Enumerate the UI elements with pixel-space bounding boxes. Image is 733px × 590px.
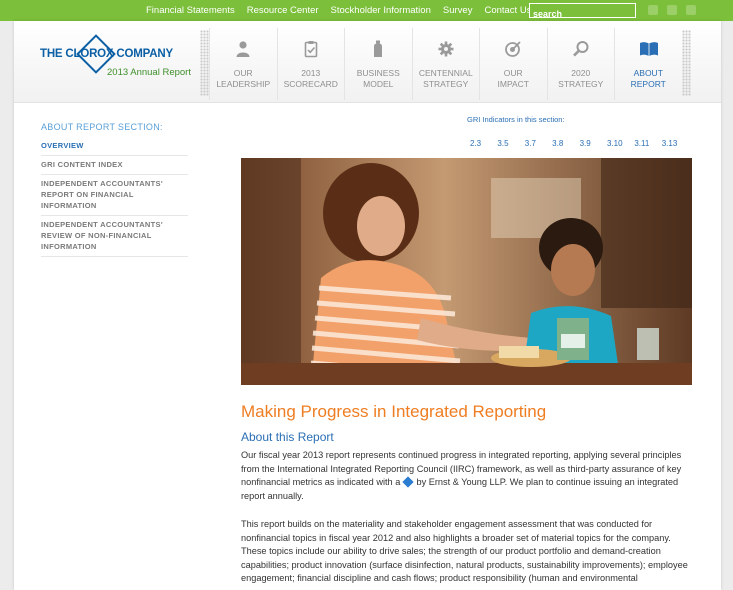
survey-link[interactable]: Survey — [443, 5, 473, 16]
stockholder-information-link[interactable]: Stockholder Information — [331, 5, 431, 16]
target-icon — [504, 40, 522, 58]
logo-subtitle: 2013 Annual Report — [107, 67, 191, 78]
nav-business-model[interactable]: BUSINESS MODEL — [344, 28, 412, 100]
gri-link[interactable]: 3.10 — [607, 139, 634, 148]
logo-company-name: THE CLOROX COMPANY — [40, 48, 173, 60]
nav-our-impact[interactable]: OUR IMPACT — [479, 28, 547, 100]
article-paragraph-2: This report builds on the materiality an… — [241, 519, 688, 584]
sidebar-title: ABOUT REPORT SECTION: — [41, 122, 163, 132]
twitter-icon[interactable] — [667, 5, 677, 15]
email-icon[interactable] — [686, 5, 696, 15]
article-subtitle: About this Report — [241, 430, 334, 444]
nav-label: OUR LEADERSHIP — [216, 68, 271, 89]
gri-title: GRI Indicators in this section: — [467, 115, 565, 124]
nav-grip-right — [681, 30, 691, 96]
site-header: THE CLOROX COMPANY 2013 Annual Report OU… — [14, 21, 721, 103]
gear-icon — [437, 40, 455, 58]
nav-centennial-strategy[interactable]: CENTENNIAL STRATEGY — [411, 28, 480, 100]
nav-label: CENTENNIAL STRATEGY — [418, 68, 473, 89]
gri-link[interactable]: 3.7 — [525, 139, 552, 148]
sidebar-item-accountants-financial[interactable]: INDEPENDENT ACCOUNTANTS' REPORT ON FINANC… — [41, 175, 188, 216]
sidebar-item-overview[interactable]: OVERVIEW — [41, 137, 188, 156]
assurance-diamond-icon — [402, 476, 414, 488]
utility-links: Financial Statements Resource Center Sto… — [140, 0, 537, 21]
gri-link[interactable]: 3.5 — [497, 139, 524, 148]
gri-link[interactable]: 3.13 — [662, 139, 689, 148]
main-nav: OUR LEADERSHIP 2013 SCORECARD BUSINESS MODE… — [200, 28, 691, 100]
article-paragraph-1: Our fiscal year 2013 report represents c… — [241, 450, 682, 501]
clipboard-icon — [302, 40, 320, 58]
gri-link[interactable]: 3.9 — [580, 139, 607, 148]
utility-bar: Financial Statements Resource Center Sto… — [0, 0, 733, 21]
social-links — [648, 5, 705, 15]
hero-photo — [241, 158, 692, 385]
page-container: THE CLOROX COMPANY 2013 Annual Report OU… — [14, 21, 721, 590]
nav-our-leadership[interactable]: OUR LEADERSHIP — [209, 28, 277, 100]
sidebar-nav: OVERVIEW GRI CONTENT INDEX INDEPENDENT A… — [41, 137, 188, 257]
bottle-icon — [369, 40, 387, 58]
sidebar-item-accountants-nonfinancial[interactable]: INDEPENDENT ACCOUNTANTS' REVIEW OF NON-FI… — [41, 216, 188, 257]
gri-link[interactable]: 3.11 — [634, 139, 661, 148]
resource-center-link[interactable]: Resource Center — [247, 5, 319, 16]
magnifier-icon — [572, 40, 590, 58]
nav-label: 2013 SCORECARD — [283, 68, 338, 89]
gri-links: 2.3 3.5 3.7 3.8 3.9 3.10 3.11 3.13 — [470, 139, 689, 148]
nav-label: BUSINESS MODEL — [356, 68, 400, 89]
person-icon — [234, 40, 252, 58]
contact-us-link[interactable]: Contact Us — [484, 5, 531, 16]
gri-link[interactable]: 3.8 — [552, 139, 579, 148]
clorox-logo[interactable]: THE CLOROX COMPANY 2013 Annual Report — [40, 34, 200, 88]
nav-label: 2020 STRATEGY — [558, 68, 604, 89]
search-input[interactable] — [530, 7, 635, 21]
article-title: Making Progress in Integrated Reporting — [241, 402, 547, 421]
sidebar-item-gri-content-index[interactable]: GRI CONTENT INDEX — [41, 156, 188, 175]
gri-link[interactable]: 2.3 — [470, 139, 497, 148]
nav-2013-scorecard[interactable]: 2013 SCORECARD — [276, 28, 345, 100]
nav-grip-left — [200, 30, 209, 96]
facebook-icon[interactable] — [648, 5, 658, 15]
book-icon — [639, 40, 659, 58]
nav-2020-strategy[interactable]: 2020 STRATEGY — [546, 28, 615, 100]
financial-statements-link[interactable]: Financial Statements — [146, 5, 235, 16]
nav-label: ABOUT REPORT — [630, 68, 666, 89]
nav-about-report[interactable]: ABOUT REPORT — [614, 28, 682, 100]
search-box — [529, 3, 636, 21]
nav-label: OUR IMPACT — [497, 68, 529, 89]
